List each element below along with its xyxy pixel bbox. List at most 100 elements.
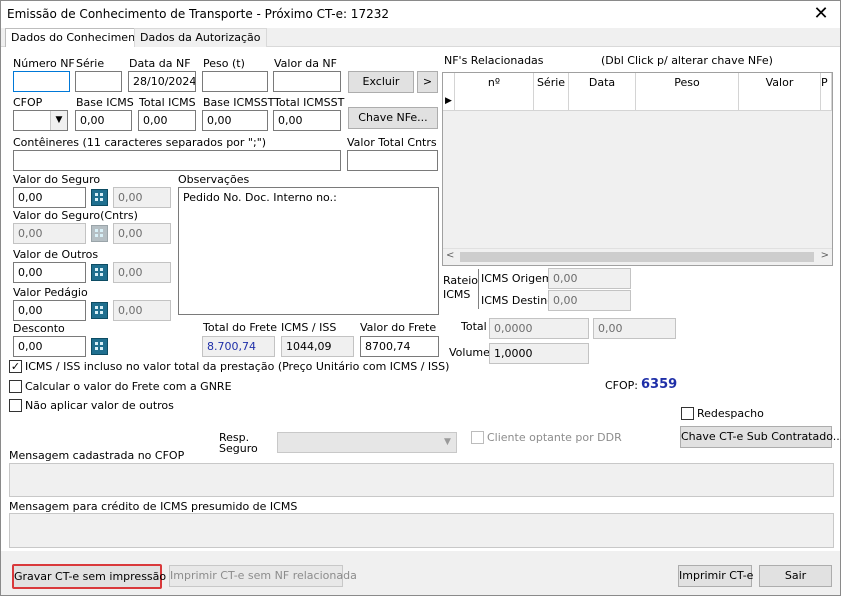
grid-cell[interactable]	[569, 92, 636, 111]
rateio-label: Rateio	[443, 274, 479, 287]
mensagem-icms-label: Mensagem para crédito de ICMS presumido …	[9, 500, 298, 513]
cfop-select[interactable]: ▼	[13, 110, 68, 131]
valor-total-cntrs-label: Valor Total Cntrs	[347, 136, 437, 149]
col-header-numero[interactable]: nº	[455, 73, 534, 92]
col-header-valor[interactable]: Valor	[739, 73, 821, 92]
rateio-icms-label: ICMS	[443, 288, 471, 301]
cfop-display-label: CFOP:	[605, 379, 639, 392]
calculator-icon[interactable]	[91, 338, 108, 355]
footer: Gravar CT-e sem impressão Imprimir CT-e …	[1, 551, 840, 595]
next-button[interactable]: >	[417, 71, 438, 93]
valor-nf-input[interactable]	[273, 71, 341, 92]
nao-aplicar-outros-checkbox[interactable]	[9, 399, 22, 412]
scroll-thumb[interactable]	[460, 252, 814, 262]
main-window: Emissão de Conhecimento de Transporte - …	[0, 0, 841, 596]
conteineres-input[interactable]	[13, 150, 341, 171]
valor-total-cntrs-input[interactable]	[347, 150, 438, 171]
chave-nfe-button[interactable]: Chave NFe...	[348, 107, 438, 129]
valor-seguro-cntrs-label: Valor do Seguro(Cntrs)	[13, 209, 138, 222]
peso-input[interactable]	[202, 71, 268, 92]
valor-seguro-input[interactable]: 0,00	[13, 187, 86, 208]
grid-cell[interactable]	[636, 92, 739, 111]
scroll-left-icon[interactable]: <	[446, 250, 454, 261]
redespacho-checkbox[interactable]	[681, 407, 694, 420]
observacoes-label: Observações	[178, 173, 250, 186]
title-bar: Emissão de Conhecimento de Transporte - …	[1, 1, 840, 28]
calcular-gnre-label: Calcular o valor do Frete com a GNRE	[25, 380, 232, 393]
grid-cell[interactable]	[821, 92, 832, 111]
icms-incluso-label: ICMS / ISS incluso no valor total da pre…	[25, 360, 450, 373]
horizontal-scrollbar[interactable]: < >	[443, 248, 832, 265]
cliente-ddr-label: Cliente optante por DDR	[487, 431, 622, 444]
nfs-grid[interactable]: nº Série Data Peso Valor P ▶ < >	[442, 72, 833, 266]
serie-input[interactable]	[75, 71, 122, 92]
calculator-icon[interactable]	[91, 264, 108, 281]
total-frete-value: 8.700,74	[202, 336, 275, 357]
col-header-peso[interactable]: Peso	[636, 73, 739, 92]
total-label: Total	[461, 320, 487, 333]
rateio-divider	[478, 269, 479, 309]
close-icon[interactable]: ✕	[810, 3, 832, 25]
icms-iss-label: ICMS / ISS	[281, 321, 337, 334]
base-icms-label: Base ICMS	[76, 96, 134, 109]
col-header-serie[interactable]: Série	[534, 73, 569, 92]
icms-destino-value: 0,00	[548, 290, 631, 311]
numero-nf-input[interactable]	[13, 71, 70, 92]
tab-dados-conhecimento[interactable]: Dados do Conhecimento	[5, 28, 153, 48]
gravar-cte-button[interactable]: Gravar CT-e sem impressão	[12, 564, 166, 589]
chave-sub-contratado-button[interactable]: Chave CT-e Sub Contratado...	[680, 426, 841, 448]
excluir-button[interactable]: Excluir	[348, 71, 414, 93]
imprimir-sem-nf-button: Imprimir CT-e sem NF relacionada	[169, 565, 357, 587]
resp-seguro-select: ▼	[277, 432, 457, 453]
valor-pedagio-label: Valor Pedágio	[13, 286, 88, 299]
icms-destino-label: ICMS Destino	[481, 294, 554, 307]
chevron-down-icon: ▼	[439, 433, 456, 452]
cfop-label: CFOP	[13, 96, 43, 109]
valor-outros-calc-input: 0,00	[113, 262, 171, 283]
scroll-right-icon[interactable]: >	[821, 250, 829, 261]
calculator-icon	[91, 225, 108, 242]
cfop-display-value: 6359	[641, 377, 678, 392]
nfs-relacionadas-label: NF's Relacionadas	[444, 54, 544, 67]
icms-incluso-checkbox[interactable]: ✓	[9, 360, 22, 373]
base-icms-input[interactable]: 0,00	[75, 110, 132, 131]
valor-pedagio-calc-input: 0,00	[113, 300, 171, 321]
col-header-extra[interactable]: P	[821, 73, 832, 92]
total-icms-input[interactable]: 0,00	[138, 110, 196, 131]
valor-outros-label: Valor de Outros	[13, 248, 99, 261]
mensagem-cfop-label: Mensagem cadastrada no CFOP	[9, 449, 185, 462]
calculator-icon[interactable]	[91, 189, 108, 206]
imprimir-cte-button[interactable]: Imprimir CT-e	[678, 565, 753, 587]
resp-seguro-label-2: Seguro	[219, 442, 258, 455]
valor-frete-input[interactable]: 8700,74	[360, 336, 439, 357]
total-frete-label: Total do Frete	[203, 321, 278, 334]
row-indicator-icon: ▶	[443, 92, 455, 111]
valor-outros-input[interactable]: 0,00	[13, 262, 86, 283]
tab-panel: Número NF Série Data da NF 28/10/2024 Pe…	[1, 47, 841, 551]
calcular-gnre-checkbox[interactable]	[9, 380, 22, 393]
nao-aplicar-outros-label: Não aplicar valor de outros	[25, 399, 174, 412]
grid-cell[interactable]	[455, 92, 534, 111]
chevron-down-icon: ▼	[50, 111, 67, 130]
grid-cell[interactable]	[534, 92, 569, 111]
total-icmsst-input[interactable]: 0,00	[273, 110, 341, 131]
icms-origem-label: ICMS Origem	[481, 272, 553, 285]
sair-button[interactable]: Sair	[759, 565, 832, 587]
window-title: Emissão de Conhecimento de Transporte - …	[7, 7, 389, 21]
redespacho-label: Redespacho	[697, 407, 764, 420]
desconto-input[interactable]: 0,00	[13, 336, 86, 357]
calculator-icon[interactable]	[91, 302, 108, 319]
observacoes-textarea[interactable]: Pedido No. Doc. Interno no.:	[178, 187, 439, 315]
serie-label: Série	[76, 57, 105, 70]
grid-corner	[443, 73, 455, 92]
col-header-data[interactable]: Data	[569, 73, 636, 92]
total-icmsst-label: Total ICMSST	[274, 96, 345, 109]
total-value: 0,0000	[489, 318, 589, 339]
mensagem-cfop-box	[9, 463, 834, 497]
tab-dados-autorizacao[interactable]: Dados da Autorização	[134, 28, 267, 47]
valor-pedagio-input[interactable]: 0,00	[13, 300, 86, 321]
data-nf-input[interactable]: 28/10/2024	[128, 71, 196, 92]
total-icms-label: Total ICMS	[139, 96, 196, 109]
grid-cell[interactable]	[739, 92, 821, 111]
base-icmsst-input[interactable]: 0,00	[202, 110, 268, 131]
